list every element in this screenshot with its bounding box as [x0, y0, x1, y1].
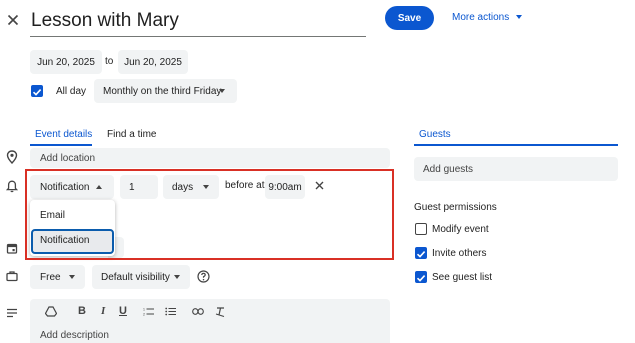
modify-event-checkbox[interactable] [415, 223, 427, 235]
underline-icon[interactable]: U [119, 305, 127, 317]
highlight-box [25, 169, 394, 260]
tab-find-a-time[interactable]: Find a time [107, 129, 156, 140]
end-date: Jun 20, 2025 [124, 56, 182, 68]
end-date-field[interactable]: Jun 20, 2025 [118, 50, 188, 74]
visibility-select[interactable]: Default visibility [92, 265, 190, 289]
to-label: to [105, 56, 114, 67]
recurrence-value: Monthly on the third Friday [103, 85, 222, 97]
bulleted-list-icon[interactable] [165, 307, 176, 316]
svg-text:2: 2 [143, 313, 145, 317]
chevron-down-icon [219, 89, 225, 93]
calendar-icon [6, 242, 18, 254]
description-editor[interactable]: B I U 12 Add description [30, 299, 390, 343]
location-input[interactable]: Add location [30, 148, 390, 168]
add-guests-placeholder: Add guests [423, 163, 474, 175]
visibility-value: Default visibility [101, 271, 170, 283]
all-day-checkbox[interactable] [31, 85, 43, 97]
invite-others-checkbox[interactable] [415, 247, 427, 259]
tab-event-details-label: Event details [35, 129, 93, 140]
save-button[interactable]: Save [385, 6, 434, 30]
event-title-input[interactable]: Lesson with Mary [30, 8, 366, 37]
modify-event-label: Modify event [432, 224, 489, 235]
save-button-label: Save [397, 12, 422, 24]
location-pin-icon [6, 150, 18, 164]
tab-guests-label: Guests [419, 129, 451, 140]
availability-select[interactable]: Free [30, 265, 85, 289]
link-icon[interactable] [192, 308, 204, 315]
drive-icon[interactable] [45, 306, 57, 317]
description-placeholder: Add description [40, 330, 109, 341]
recurrence-select[interactable]: Monthly on the third Friday [94, 79, 237, 103]
chevron-down-icon [516, 15, 523, 19]
add-guests-input[interactable]: Add guests [414, 157, 618, 181]
more-actions-button[interactable]: More actions [452, 9, 523, 25]
location-placeholder: Add location [40, 152, 96, 164]
bold-icon[interactable]: B [78, 305, 86, 317]
chevron-down-icon [69, 275, 75, 279]
availability-value: Free [40, 271, 61, 283]
italic-icon[interactable]: I [101, 305, 105, 317]
invite-others-label: Invite others [432, 248, 487, 259]
close-icon[interactable] [7, 14, 19, 26]
clear-formatting-icon[interactable] [215, 306, 226, 317]
chevron-down-icon [174, 275, 180, 279]
tab-guests[interactable]: Guests [414, 128, 618, 146]
guest-permissions-title: Guest permissions [414, 202, 497, 213]
start-date-field[interactable]: Jun 20, 2025 [30, 50, 102, 74]
svg-text:1: 1 [143, 308, 145, 312]
start-date: Jun 20, 2025 [37, 56, 95, 68]
see-guest-list-label: See guest list [432, 272, 493, 283]
event-title: Lesson with Mary [31, 10, 179, 31]
description-lines-icon [6, 308, 18, 318]
numbered-list-icon[interactable]: 12 [143, 307, 154, 316]
bell-icon [6, 180, 18, 193]
see-guest-list-checkbox[interactable] [415, 271, 427, 283]
more-actions-label: More actions [452, 11, 510, 23]
tab-event-details[interactable]: Event details [30, 128, 92, 146]
help-icon[interactable] [197, 270, 210, 283]
all-day-label: All day [56, 86, 87, 97]
briefcase-icon [6, 270, 18, 282]
